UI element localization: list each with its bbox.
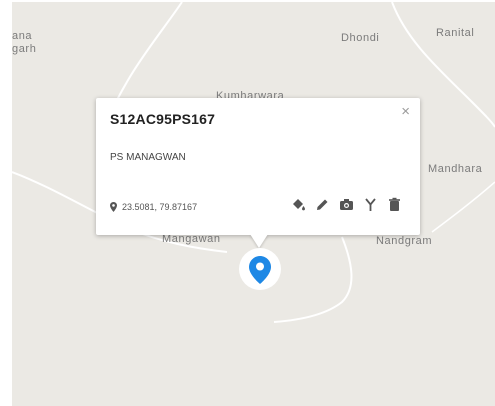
- place-label-ana: ana: [12, 30, 33, 42]
- map-marker-icon[interactable]: [249, 256, 271, 284]
- trash-icon[interactable]: [387, 197, 402, 212]
- camera-icon[interactable]: [339, 197, 354, 212]
- coordinates: 23.5081, 79.87167: [110, 202, 197, 212]
- close-button[interactable]: ×: [401, 104, 410, 120]
- location-pin-icon: [110, 202, 117, 212]
- pencil-icon[interactable]: [315, 197, 330, 212]
- place-label-mandhara: Mandhara: [428, 163, 483, 175]
- place-label-ranital: Ranital: [436, 27, 475, 39]
- paint-bucket-icon[interactable]: [291, 197, 306, 212]
- popup-subtitle: PS MANAGWAN: [110, 152, 186, 163]
- place-label-nandgram: Nandgram: [376, 235, 433, 247]
- popup-tail: [250, 234, 268, 248]
- fork-icon[interactable]: [363, 197, 378, 212]
- popup-title: S12AC95PS167: [110, 111, 216, 127]
- coordinates-text: 23.5081, 79.87167: [122, 202, 198, 212]
- place-label-garh: garh: [12, 43, 37, 55]
- info-popup: S12AC95PS167 × PS MANAGWAN 23.5081, 79.8…: [96, 98, 420, 235]
- popup-actions: [291, 197, 402, 212]
- place-label-dhondi: Dhondi: [341, 32, 380, 44]
